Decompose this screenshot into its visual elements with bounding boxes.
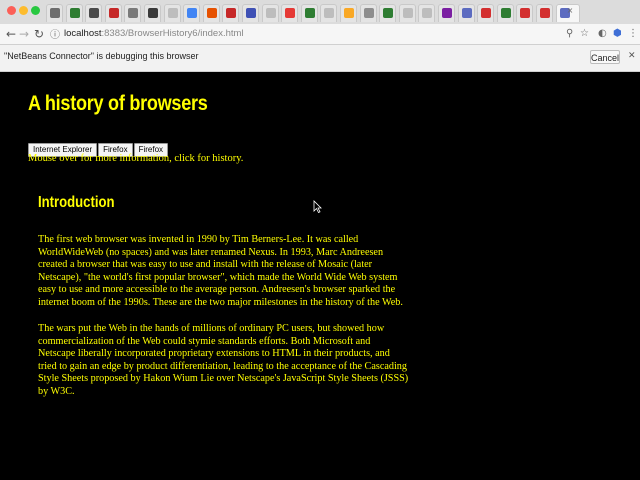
browser-tab[interactable]	[340, 4, 357, 22]
instruction-text: Mouse over for more information, click f…	[28, 153, 244, 164]
section-title: Introduction	[38, 194, 115, 211]
page-content: A history of browsers Internet Explorer F…	[0, 72, 640, 480]
zoom-icon[interactable]: ⚲	[566, 26, 573, 42]
tab-favicon-icon	[128, 8, 139, 18]
browser-tab[interactable]	[379, 4, 397, 22]
url-path: :8383/BrowserHistory6/index.html	[101, 28, 244, 39]
browser-tab[interactable]	[418, 4, 436, 22]
browser-tab[interactable]	[65, 4, 83, 22]
tab-favicon-icon	[520, 8, 531, 18]
browser-tab[interactable]	[202, 4, 220, 22]
tab-favicon-icon	[285, 8, 296, 18]
browser-tab[interactable]	[163, 4, 181, 22]
tab-favicon-icon	[461, 8, 472, 18]
tab-favicon-icon	[246, 8, 256, 18]
tab-favicon-icon	[422, 8, 433, 18]
menu-icon[interactable]: ⋮	[628, 26, 638, 42]
browser-tab[interactable]	[536, 4, 553, 22]
browser-tab[interactable]	[124, 4, 142, 22]
browser-tab[interactable]	[242, 4, 259, 22]
zoom-window-button[interactable]	[31, 6, 40, 15]
url-host: localhost	[64, 28, 102, 39]
debugging-infobar: "NetBeans Connector" is debugging this b…	[0, 45, 640, 72]
browser-tab[interactable]	[438, 4, 455, 22]
bookmark-star-icon[interactable]: ☆	[580, 26, 589, 42]
tab-favicon-icon	[402, 8, 413, 18]
browser-tab[interactable]	[496, 4, 514, 22]
reload-icon[interactable]: ↻	[34, 26, 44, 42]
active-tab[interactable]: ×	[555, 4, 580, 22]
tab-favicon-icon	[226, 8, 237, 18]
tab-favicon-icon	[304, 8, 315, 18]
browser-tab[interactable]	[398, 4, 416, 22]
tab-favicon-icon	[442, 8, 452, 18]
browser-tab[interactable]	[477, 4, 495, 22]
tab-favicon-icon	[265, 8, 276, 18]
browser-tab[interactable]	[46, 4, 63, 22]
tab-strip: ×	[0, 0, 640, 25]
browser-tab[interactable]	[144, 4, 161, 22]
address-bar[interactable]: ⓘ localhost:8383/BrowserHistory6/index.h…	[50, 26, 610, 42]
browser-tab[interactable]	[85, 4, 103, 22]
extension-icon[interactable]: ◐	[598, 26, 607, 42]
tab-favicon-icon	[108, 8, 119, 18]
tab-favicon-icon	[344, 8, 354, 18]
mouse-cursor-icon	[313, 200, 322, 213]
tab-favicon-icon	[324, 8, 335, 18]
close-infobar-icon[interactable]: ✕	[628, 51, 636, 61]
tab-favicon-icon	[89, 8, 100, 18]
browser-tab[interactable]	[516, 4, 534, 22]
browser-tab[interactable]	[457, 4, 475, 22]
browser-tab[interactable]	[261, 4, 279, 22]
tab-favicon-icon	[187, 8, 198, 18]
debugging-message: "NetBeans Connector" is debugging this b…	[4, 51, 199, 61]
close-window-button[interactable]	[7, 6, 16, 15]
browser-tab[interactable]	[300, 4, 318, 22]
browser-tab[interactable]	[281, 4, 299, 22]
tab-favicon-icon	[167, 8, 178, 18]
tab-favicon-icon	[69, 8, 80, 18]
forward-arrow-icon[interactable]: →	[19, 26, 29, 42]
tab-favicon-icon	[500, 8, 511, 18]
browser-tab[interactable]	[104, 4, 122, 22]
close-tab-icon[interactable]: ×	[567, 6, 574, 15]
tab-favicon-icon	[383, 8, 394, 18]
browser-toolbar: ← → ↻ ⓘ localhost:8383/BrowserHistory6/i…	[0, 24, 640, 45]
browser-tab[interactable]	[320, 4, 338, 22]
tab-favicon-icon	[540, 8, 550, 18]
tab-favicon-icon	[363, 8, 374, 18]
shield-extension-icon[interactable]: ⬢	[613, 26, 622, 42]
minimize-window-button[interactable]	[19, 6, 28, 15]
browser-tab[interactable]	[183, 4, 201, 22]
back-arrow-icon[interactable]: ←	[6, 26, 16, 42]
browser-tab[interactable]	[222, 4, 240, 22]
tab-favicon-icon	[206, 8, 217, 18]
page-title: A history of browsers	[28, 92, 208, 115]
intro-paragraph-2: The wars put the Web in the hands of mil…	[38, 323, 409, 397]
browser-tab[interactable]	[359, 4, 377, 22]
cancel-debugging-button[interactable]: Cancel	[590, 50, 620, 64]
tab-favicon-icon	[50, 8, 60, 18]
tab-favicon-icon	[481, 8, 492, 18]
info-icon[interactable]: ⓘ	[50, 28, 60, 44]
tab-favicon-icon	[148, 8, 158, 18]
intro-paragraph-1: The first web browser was invented in 19…	[38, 234, 403, 308]
